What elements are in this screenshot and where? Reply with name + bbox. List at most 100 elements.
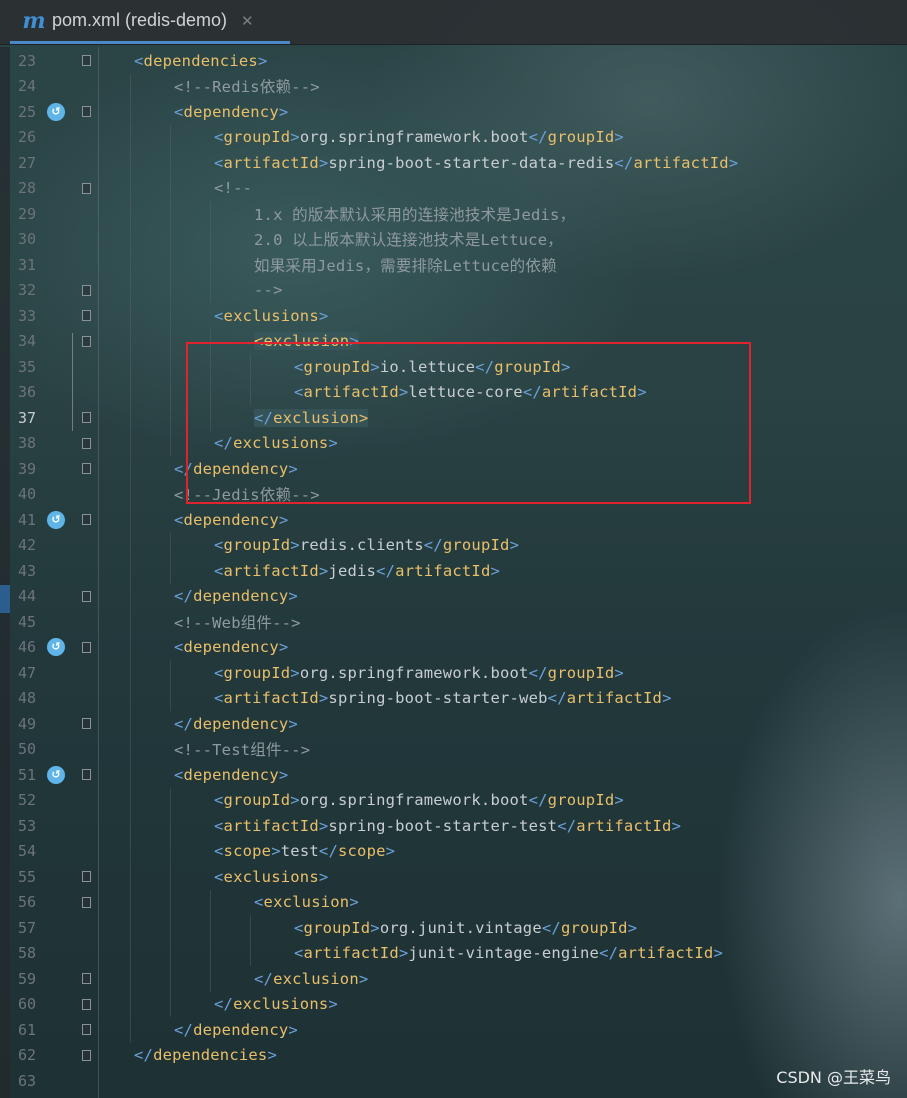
code-line[interactable]: 54 <scope>test</scope> xyxy=(0,838,907,864)
code-line[interactable]: 29 1.x 的版本默认采用的连接池技术是Jedis， xyxy=(0,201,907,227)
code-token: > xyxy=(662,689,672,708)
code-text: <groupId>org.springframework.boot</group… xyxy=(214,128,624,146)
indent-guide xyxy=(130,660,131,686)
indent-guide xyxy=(170,354,171,380)
indent-guide xyxy=(130,609,131,635)
indent-guide xyxy=(210,966,211,992)
code-line[interactable]: 23 <dependencies> xyxy=(0,48,907,74)
indent-guide xyxy=(130,99,131,125)
code-token: < xyxy=(214,561,224,580)
code-line[interactable]: 60 </exclusions> xyxy=(0,991,907,1017)
close-icon[interactable]: ✕ xyxy=(241,12,254,30)
code-token: > xyxy=(257,51,268,70)
fold-end-icon[interactable] xyxy=(82,590,91,602)
indent-guide xyxy=(130,354,131,380)
code-line[interactable]: 61 </dependency> xyxy=(0,1017,907,1043)
code-token: groupId xyxy=(223,536,291,555)
code-line[interactable]: 55 <exclusions> xyxy=(0,864,907,890)
line-number: 38 xyxy=(17,434,36,453)
code-line[interactable]: 51 ↺ <dependency> xyxy=(0,762,907,788)
indent-guide xyxy=(170,226,171,252)
fold-collapse-icon[interactable] xyxy=(82,106,91,118)
code-token: < xyxy=(214,536,224,555)
code-line[interactable]: 42 <groupId>redis.clients</groupId> xyxy=(0,532,907,558)
code-line[interactable]: 31 如果采用Jedis，需要排除Lettuce的依赖 xyxy=(0,252,907,278)
indent-guide xyxy=(130,583,131,609)
fold-collapse-icon[interactable] xyxy=(82,641,91,653)
code-line[interactable]: 57 <groupId>org.junit.vintage</groupId> xyxy=(0,915,907,941)
code-line[interactable]: 52 <groupId>org.springframework.boot</gro… xyxy=(0,787,907,813)
code-line[interactable]: 24 <!--Redis依赖--> xyxy=(0,73,907,99)
code-line[interactable]: 59 </exclusion> xyxy=(0,966,907,992)
code-line[interactable]: 32 --> xyxy=(0,277,907,303)
fold-end-icon[interactable] xyxy=(82,998,91,1010)
fold-end-icon[interactable] xyxy=(82,412,91,424)
code-line[interactable]: 26 <groupId>org.springframework.boot</gro… xyxy=(0,124,907,150)
run-gutter-icon[interactable]: ↺ xyxy=(47,765,65,784)
code-line[interactable]: 49 </dependency> xyxy=(0,711,907,737)
run-gutter-icon[interactable]: ↺ xyxy=(47,638,65,657)
indent-guide xyxy=(130,889,131,915)
code-line[interactable]: 63 xyxy=(0,1068,907,1094)
line-number: 60 xyxy=(17,995,36,1014)
code-token: < xyxy=(214,816,224,835)
line-number: 24 xyxy=(17,77,36,96)
fold-collapse-icon[interactable] xyxy=(82,55,91,67)
indent-guide xyxy=(210,277,211,303)
code-text: <groupId>org.junit.vintage</groupId> xyxy=(294,919,637,937)
code-token: </ xyxy=(528,128,548,147)
fold-collapse-icon[interactable] xyxy=(82,769,91,781)
code-token: < xyxy=(174,510,184,529)
fold-end-icon[interactable] xyxy=(82,284,91,296)
code-line[interactable]: 25 ↺ <dependency> xyxy=(0,99,907,125)
indent-guide xyxy=(170,379,171,405)
code-token: <!-- xyxy=(214,179,253,198)
code-line[interactable]: 44 </dependency> xyxy=(0,583,907,609)
fold-end-icon[interactable] xyxy=(82,1024,91,1036)
code-line[interactable]: 58 <artifactId>junit-vintage-engine</arti… xyxy=(0,940,907,966)
code-token: artifactId xyxy=(576,816,672,835)
indent-guide xyxy=(170,430,171,456)
indent-guide xyxy=(130,226,131,252)
code-line[interactable]: 46 ↺ <dependency> xyxy=(0,634,907,660)
code-editor[interactable]: 23 <dependencies> 24 <!--Redis依赖--> 25 ↺ <depe… xyxy=(0,47,907,1098)
code-line[interactable]: 28 <!-- xyxy=(0,175,907,201)
code-token: scope xyxy=(223,842,272,861)
code-token: org.springframework.boot xyxy=(299,128,529,147)
code-text: <artifactId>jedis</artifactId> xyxy=(214,562,500,580)
tab-pom-xml[interactable]: m pom.xml (redis-demo) ✕ xyxy=(10,0,290,44)
fold-collapse-icon[interactable] xyxy=(82,896,91,908)
code-line[interactable]: 47 <groupId>org.springframework.boot</gro… xyxy=(0,660,907,686)
indent-guide xyxy=(170,532,171,558)
fold-collapse-icon[interactable] xyxy=(82,310,91,322)
fold-end-icon[interactable] xyxy=(82,718,91,730)
fold-collapse-icon[interactable] xyxy=(82,514,91,526)
indent-guide xyxy=(130,507,131,533)
run-gutter-icon[interactable]: ↺ xyxy=(47,102,65,121)
run-gutter-icon[interactable]: ↺ xyxy=(47,510,65,529)
fold-collapse-icon[interactable] xyxy=(82,871,91,883)
code-line[interactable]: 43 <artifactId>jedis</artifactId> xyxy=(0,558,907,584)
fold-end-icon[interactable] xyxy=(82,1049,91,1061)
code-line[interactable]: 30 2.0 以上版本默认连接池技术是Lettuce， xyxy=(0,226,907,252)
code-line[interactable]: 56 <exclusion> xyxy=(0,889,907,915)
indent-guide xyxy=(210,201,211,227)
fold-collapse-icon[interactable] xyxy=(82,182,91,194)
code-line[interactable]: 53 <artifactId>spring-boot-starter-test</… xyxy=(0,813,907,839)
code-line[interactable]: 45 <!--Web组件--> xyxy=(0,609,907,635)
code-token: > xyxy=(728,153,739,172)
fold-end-icon[interactable] xyxy=(82,973,91,985)
code-line[interactable]: 33 <exclusions> xyxy=(0,303,907,329)
fold-end-icon[interactable] xyxy=(82,437,91,449)
code-token: < xyxy=(214,689,224,708)
fold-end-icon[interactable] xyxy=(82,463,91,475)
code-text: <dependency> xyxy=(174,766,288,784)
code-line[interactable]: 41 ↺ <dependency> xyxy=(0,507,907,533)
code-line[interactable]: 62 </dependencies> xyxy=(0,1043,907,1069)
code-line[interactable]: 27 <artifactId>spring-boot-starter-data-r… xyxy=(0,150,907,176)
code-text: <scope>test</scope> xyxy=(214,842,395,860)
code-line[interactable]: 50 <!--Test组件--> xyxy=(0,736,907,762)
fold-collapse-icon[interactable] xyxy=(82,335,91,347)
code-token: > xyxy=(278,510,289,529)
code-line[interactable]: 48 <artifactId>spring-boot-starter-web</a… xyxy=(0,685,907,711)
